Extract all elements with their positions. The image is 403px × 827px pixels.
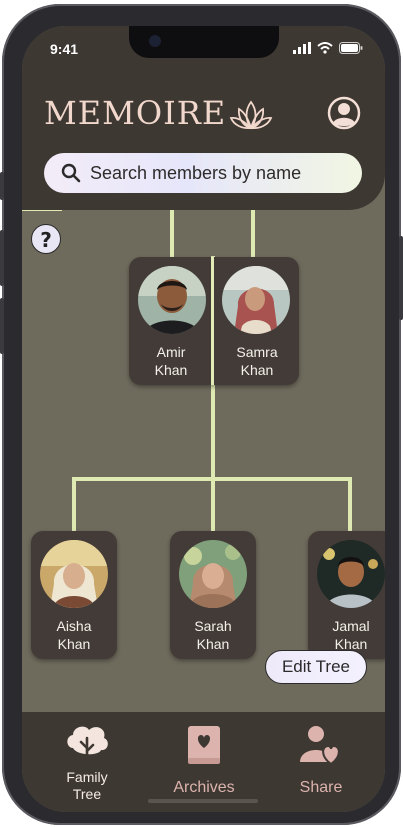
battery-icon [339,42,363,54]
signal-icon [293,42,311,54]
member-card-aisha[interactable]: Aisha Khan [31,531,117,659]
camera-notch [129,26,279,58]
samra-first-name: Samra [236,344,278,360]
nav-share[interactable]: Share [276,724,366,797]
tree-line-sarah [211,477,215,533]
search-placeholder: Search members by name [90,162,302,183]
book-heart-icon [188,726,220,764]
tree-line-jamal [348,477,352,533]
tree-line-samra-parent [251,210,255,260]
nav-share-label: Share [299,779,343,796]
home-indicator [148,799,258,803]
bottom-nav: Family Tree Archives Share [22,712,385,812]
amir-first-name: Amir [156,344,186,360]
aisha-last-name: Khan [57,636,91,652]
nav-family-tree-line1: Family [66,769,108,785]
jamal-first-name: Jamal [332,618,370,634]
sarah-last-name: Khan [196,636,230,652]
app-screen: 9:41 MEMOIRE Search members by name ? Am… [22,26,385,812]
edit-tree-button[interactable]: Edit Tree [265,650,367,684]
profile-icon[interactable] [327,96,361,130]
volume-down-button [0,298,4,354]
volume-up-button [0,230,4,286]
nav-archives[interactable]: Archives [158,724,250,797]
avatar-sarah [179,540,247,608]
parents-card[interactable]: Amir Khan Samra Khan [129,257,299,385]
nav-family-tree-label: Family Tree [42,769,132,803]
status-icons [293,42,363,54]
status-time: 9:41 [50,41,79,57]
nav-family-tree-line2: Tree [72,786,102,802]
tree-line-aisha [72,477,76,533]
member-name-amir: Amir Khan [129,343,213,379]
search-icon [61,163,81,183]
tree-line-amir-parent [170,210,174,260]
avatar-aisha [40,540,108,608]
aisha-first-name: Aisha [56,618,92,634]
mute-switch [0,172,4,200]
member-name-aisha: Aisha Khan [32,617,116,653]
share-heart-icon [300,726,340,766]
member-name-sarah: Sarah Khan [171,617,255,653]
nav-family-tree[interactable]: Family Tree [42,724,132,803]
front-camera [149,35,161,47]
help-button[interactable]: ? [31,224,61,254]
lotus-icon [229,100,273,130]
nav-archives-label: Archives [173,779,235,796]
member-card-sarah[interactable]: Sarah Khan [170,531,256,659]
power-button [399,236,403,320]
member-name-jamal: Jamal Khan [309,617,385,653]
member-name-samra: Samra Khan [215,343,299,379]
avatar-amir [138,266,206,334]
app-logo: MEMOIRE [44,94,227,132]
sarah-first-name: Sarah [194,618,232,634]
member-card-jamal[interactable]: Jamal Khan [308,531,385,659]
search-input[interactable]: Search members by name [44,153,362,193]
wifi-icon [317,42,333,54]
avatar-samra [222,266,290,334]
phone-frame: 9:41 MEMOIRE Search members by name ? Am… [0,4,403,825]
samra-last-name: Khan [240,362,274,378]
amir-last-name: Khan [154,362,188,378]
tree-icon [67,726,108,764]
avatar-jamal [317,540,385,608]
